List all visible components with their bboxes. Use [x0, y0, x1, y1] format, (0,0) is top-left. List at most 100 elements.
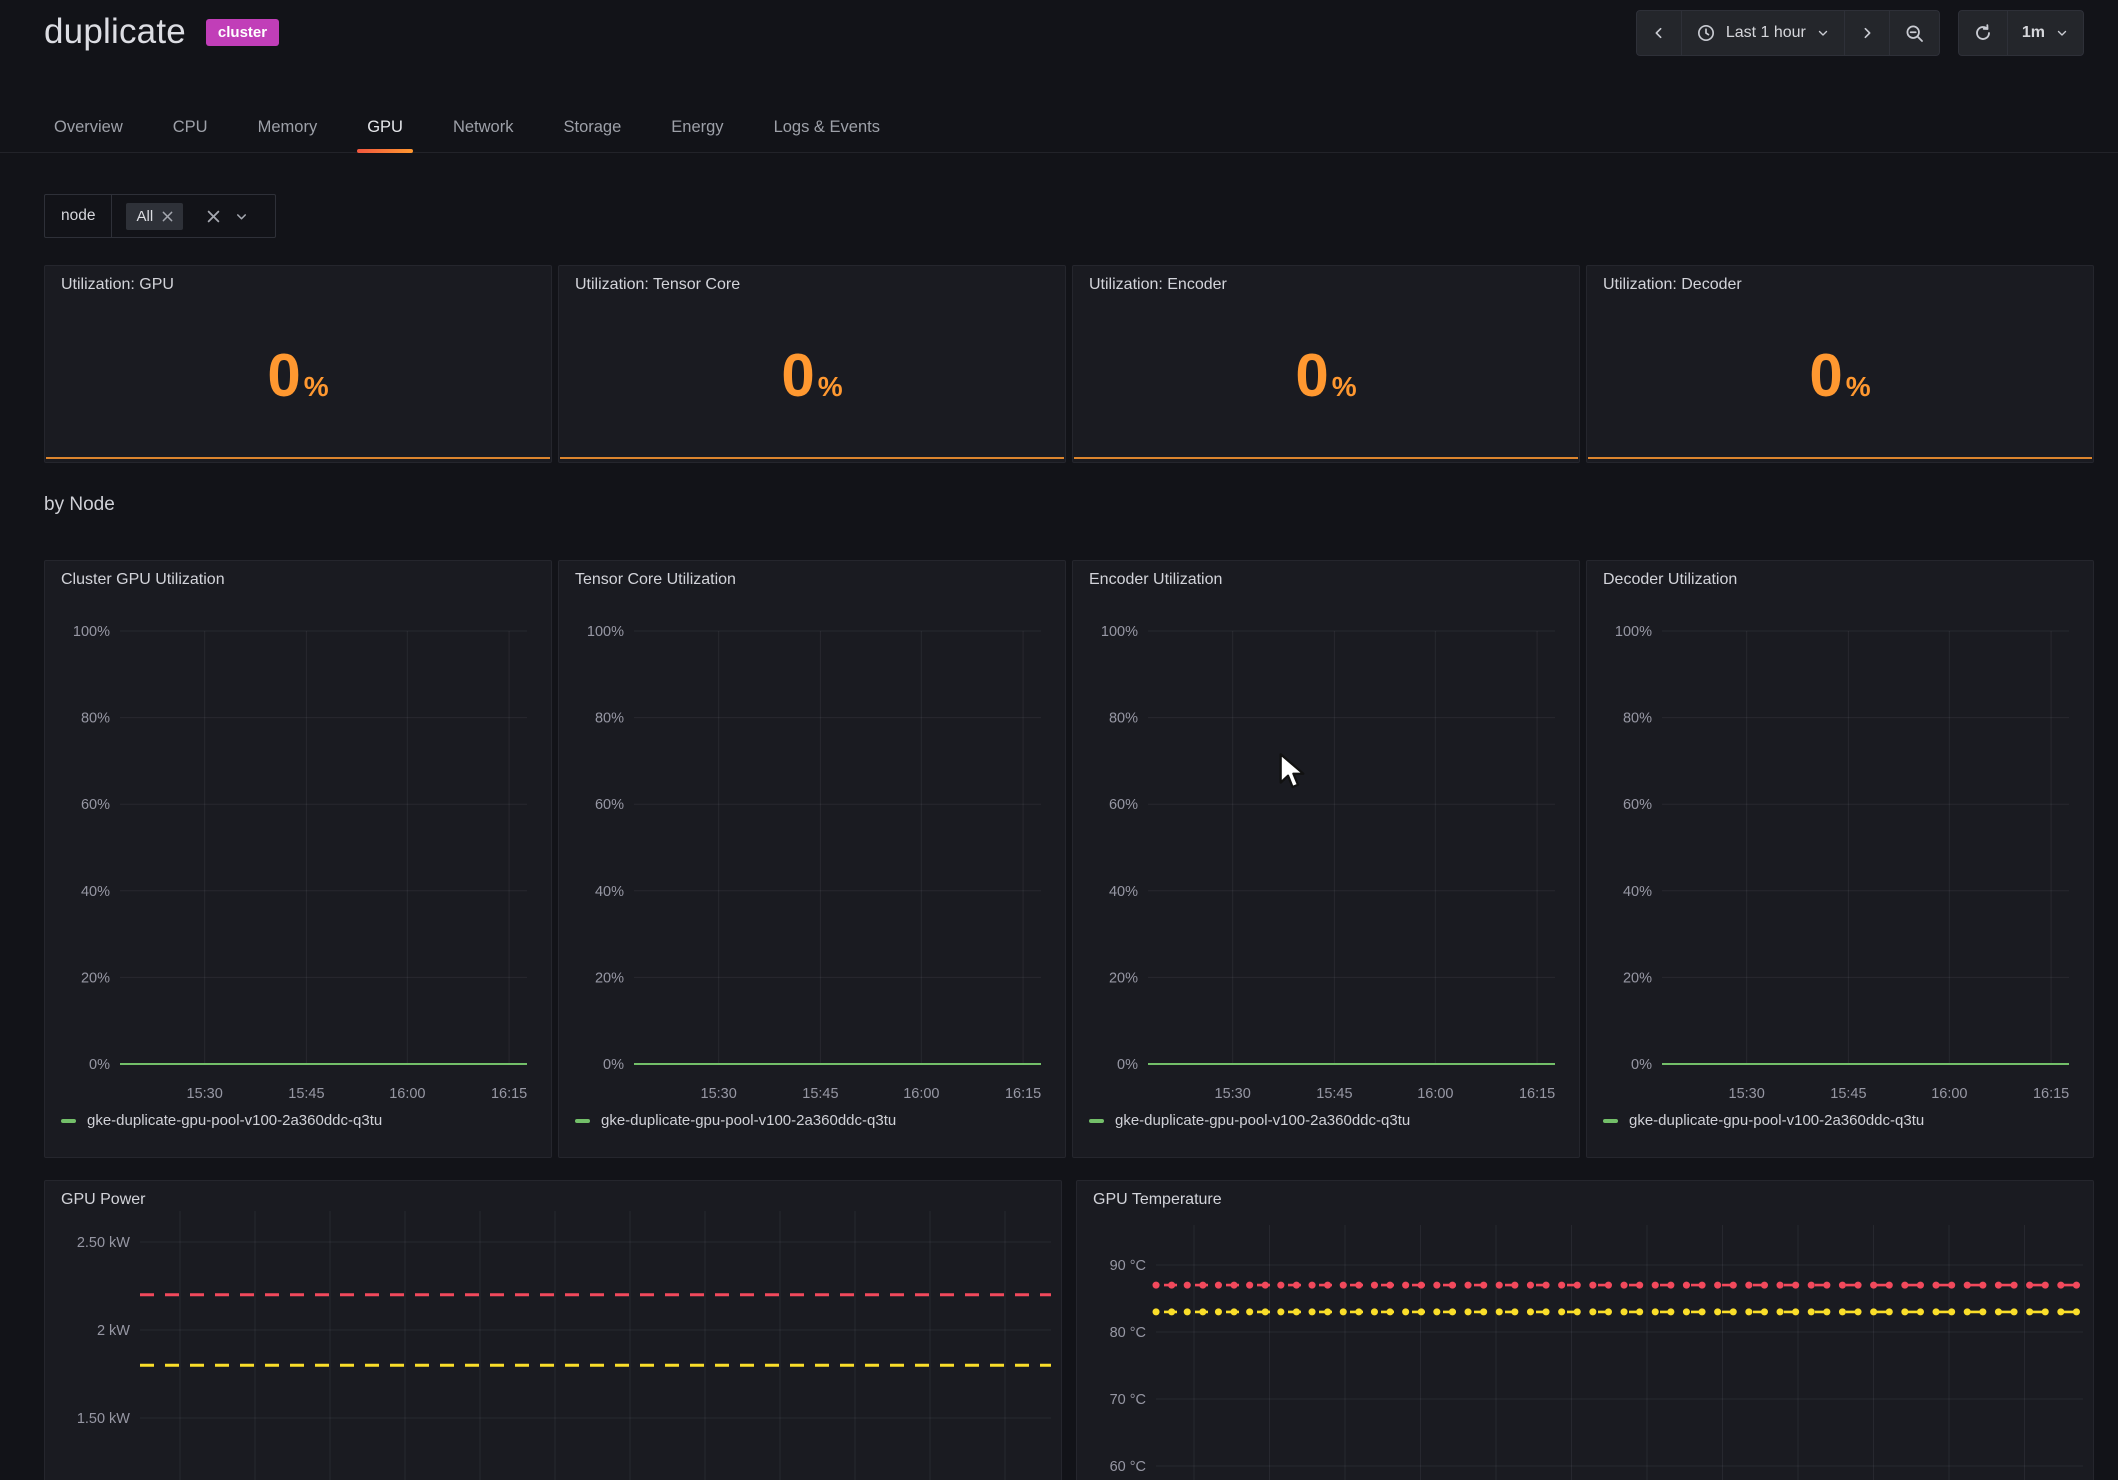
page-title: duplicate [44, 12, 186, 52]
svg-text:16:15: 16:15 [2033, 1086, 2069, 1102]
dashboard-header: duplicate cluster [44, 12, 279, 52]
stat-panel-tensor-core: Utilization: Tensor Core 0% [558, 265, 1066, 463]
svg-text:15:30: 15:30 [1215, 1086, 1251, 1102]
chart-panel-cluster-gpu-utilization: Cluster GPU Utilization 15:3015:4516:001… [44, 560, 552, 1158]
chevron-down-icon [1816, 26, 1830, 40]
chevron-down-icon[interactable] [234, 209, 249, 224]
tab-network[interactable]: Network [451, 103, 516, 152]
tab-logs-events[interactable]: Logs & Events [772, 103, 882, 152]
legend-label: gke-duplicate-gpu-pool-v100-2a360ddc-q3t… [601, 1112, 896, 1129]
panel-title[interactable]: Encoder Utilization [1089, 571, 1222, 589]
panel-title[interactable]: Cluster GPU Utilization [61, 571, 225, 589]
refresh-icon [1973, 23, 1993, 43]
svg-text:90 °C: 90 °C [1110, 1258, 1146, 1274]
legend-item[interactable]: gke-duplicate-gpu-pool-v100-2a360ddc-q3t… [1089, 1112, 1410, 1129]
tab-memory[interactable]: Memory [256, 103, 320, 152]
svg-text:20%: 20% [1109, 970, 1138, 986]
svg-text:16:15: 16:15 [491, 1086, 527, 1102]
svg-text:80%: 80% [1623, 711, 1652, 727]
remove-filter-icon[interactable] [162, 211, 173, 222]
legend-label: gke-duplicate-gpu-pool-v100-2a360ddc-q3t… [1115, 1112, 1410, 1129]
tab-cpu[interactable]: CPU [171, 103, 210, 152]
svg-text:15:45: 15:45 [802, 1086, 838, 1102]
stat-panel-encoder: Utilization: Encoder 0% [1072, 265, 1580, 463]
svg-text:40%: 40% [595, 884, 624, 900]
refresh-interval-dropdown[interactable]: 1m [2007, 11, 2083, 55]
tab-storage[interactable]: Storage [561, 103, 623, 152]
legend-swatch [61, 1119, 76, 1123]
stat-sparkline [1588, 457, 2092, 459]
stat-sparkline [1074, 457, 1578, 459]
svg-text:15:30: 15:30 [187, 1086, 223, 1102]
panel-title[interactable]: Utilization: GPU [61, 276, 174, 294]
refresh-group: 1m [1958, 10, 2084, 56]
svg-text:15:30: 15:30 [1729, 1086, 1765, 1102]
panel-title[interactable]: Utilization: Tensor Core [575, 276, 740, 294]
svg-text:70 °C: 70 °C [1110, 1392, 1146, 1408]
svg-text:40%: 40% [1623, 884, 1652, 900]
tab-gpu[interactable]: GPU [365, 103, 405, 152]
legend-swatch [575, 1119, 590, 1123]
dashboard-tabs: Overview CPU Memory GPU Network Storage … [0, 103, 2118, 153]
svg-text:100%: 100% [73, 624, 110, 640]
chart-panel-encoder-utilization: Encoder Utilization 15:3015:4516:0016:15… [1072, 560, 1580, 1158]
panel-title[interactable]: Utilization: Decoder [1603, 276, 1742, 294]
svg-text:16:00: 16:00 [1417, 1086, 1453, 1102]
svg-text:16:00: 16:00 [903, 1086, 939, 1102]
svg-text:80 °C: 80 °C [1110, 1325, 1146, 1341]
legend-item[interactable]: gke-duplicate-gpu-pool-v100-2a360ddc-q3t… [1603, 1112, 1924, 1129]
filter-chip-all[interactable]: All [126, 203, 183, 230]
panel-title[interactable]: GPU Temperature [1093, 1191, 1222, 1209]
chevron-left-icon [1651, 25, 1667, 41]
time-series-plot: 2.50 kW2 kW1.50 kW [45, 1181, 1061, 1480]
stat-value: 0 [781, 346, 814, 406]
refresh-button[interactable] [1959, 11, 2007, 55]
legend-item[interactable]: gke-duplicate-gpu-pool-v100-2a360ddc-q3t… [575, 1112, 896, 1129]
legend-label: gke-duplicate-gpu-pool-v100-2a360ddc-q3t… [1629, 1112, 1924, 1129]
filter-label: node [44, 194, 112, 238]
svg-text:80%: 80% [1109, 711, 1138, 727]
legend-item[interactable]: gke-duplicate-gpu-pool-v100-2a360ddc-q3t… [61, 1112, 382, 1129]
panel-title[interactable]: Tensor Core Utilization [575, 571, 736, 589]
panel-title[interactable]: Utilization: Encoder [1089, 276, 1227, 294]
panel-title[interactable]: Decoder Utilization [1603, 571, 1737, 589]
time-series-plot: 15:3015:4516:0016:15100%80%60%40%20%0% [45, 561, 551, 1157]
cluster-badge[interactable]: cluster [206, 19, 279, 46]
stat-panel-decoder: Utilization: Decoder 0% [1586, 265, 2094, 463]
svg-text:20%: 20% [81, 970, 110, 986]
legend-label: gke-duplicate-gpu-pool-v100-2a360ddc-q3t… [87, 1112, 382, 1129]
stat-unit: % [304, 371, 329, 403]
tab-overview[interactable]: Overview [52, 103, 125, 152]
svg-text:0%: 0% [1117, 1057, 1138, 1073]
svg-text:60 °C: 60 °C [1110, 1459, 1146, 1475]
section-title-by-node[interactable]: by Node [44, 494, 115, 516]
stat-sparkline [46, 457, 550, 459]
svg-text:15:45: 15:45 [288, 1086, 324, 1102]
time-range-picker[interactable]: Last 1 hour [1681, 11, 1844, 55]
svg-text:80%: 80% [81, 711, 110, 727]
time-shift-forward-button[interactable] [1844, 11, 1889, 55]
chart-panel-gpu-temperature: GPU Temperature 90 °C 80 °C 70 °C 60 °C [1076, 1180, 2094, 1480]
time-range-label: Last 1 hour [1726, 24, 1806, 42]
svg-text:15:45: 15:45 [1830, 1086, 1866, 1102]
stat-unit: % [818, 371, 843, 403]
tab-energy[interactable]: Energy [669, 103, 725, 152]
svg-text:60%: 60% [1623, 797, 1652, 813]
grafana-gpu-dashboard: duplicate cluster Last 1 hour [0, 0, 2118, 1480]
legend-swatch [1603, 1119, 1618, 1123]
svg-text:60%: 60% [1109, 797, 1138, 813]
svg-text:16:00: 16:00 [1931, 1086, 1967, 1102]
time-series-plot: 15:3015:4516:0016:15100%80%60%40%20%0% [1587, 561, 2093, 1157]
svg-text:16:15: 16:15 [1519, 1086, 1555, 1102]
time-series-plot: 15:3015:4516:0016:15100%80%60%40%20%0% [559, 561, 1065, 1157]
chart-panel-tensor-core-utilization: Tensor Core Utilization 15:3015:4516:001… [558, 560, 1066, 1158]
clear-all-icon[interactable] [207, 210, 220, 223]
svg-text:100%: 100% [587, 624, 624, 640]
zoom-out-time-button[interactable] [1889, 11, 1939, 55]
panel-title[interactable]: GPU Power [61, 1191, 145, 1209]
time-toolbar: Last 1 hour 1m [1636, 10, 2084, 56]
chevron-down-icon [2055, 26, 2069, 40]
svg-text:2 kW: 2 kW [97, 1323, 130, 1339]
time-shift-back-button[interactable] [1637, 11, 1681, 55]
filter-value-dropdown[interactable]: All [112, 194, 276, 238]
